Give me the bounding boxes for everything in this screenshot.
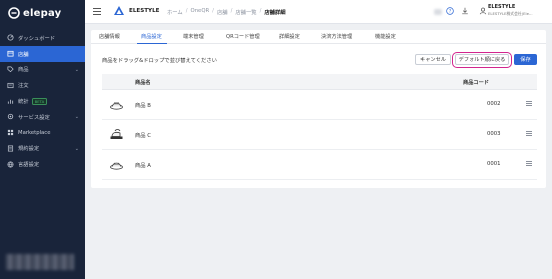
- tab-product-settings[interactable]: 商品設定: [141, 33, 162, 40]
- tab-feature-settings[interactable]: 機能設定: [375, 33, 396, 40]
- drag-handle-icon[interactable]: [526, 131, 532, 137]
- logo-text: elepay: [23, 7, 62, 19]
- terms-icon: [6, 144, 14, 152]
- table-header: 商品名 商品コード: [102, 74, 537, 90]
- tag-icon: [6, 65, 14, 73]
- store-icon: [6, 50, 14, 58]
- sidebar-item-store[interactable]: 店舗: [0, 45, 85, 62]
- sidebar-item-label: 注文: [18, 83, 29, 90]
- user-name[interactable]: ELESTYLE: [488, 4, 515, 10]
- product-code: 0002: [487, 101, 501, 107]
- product-name: 商品 A: [135, 163, 151, 169]
- sidebar-item-language[interactable]: 言語設定: [0, 156, 85, 172]
- product-thumbnail: [110, 162, 123, 170]
- drag-handle-icon[interactable]: [526, 101, 532, 107]
- sidebar-item-terms[interactable]: 規約設定 ⌄: [0, 141, 85, 157]
- sidebar-item-service-settings[interactable]: サービス設定 ⌄: [0, 109, 85, 125]
- sidebar-item-label: 店舗: [18, 51, 29, 58]
- dashboard-icon: [6, 34, 14, 42]
- user-icon[interactable]: [478, 6, 488, 16]
- table-row[interactable]: 商品 A 0001: [102, 150, 537, 180]
- breadcrumb-store-list[interactable]: 店舗一覧: [235, 8, 256, 16]
- beta-badge: BETA: [31, 97, 48, 105]
- table-row[interactable]: 商品 C 0003: [102, 120, 537, 150]
- help-icon[interactable]: ?: [445, 6, 455, 16]
- sidebar-item-label: 規約設定: [18, 146, 40, 153]
- chart-icon: [6, 97, 14, 105]
- brand: ELESTYLE: [114, 6, 160, 15]
- sidebar-item-label: ダッシュボード: [18, 35, 56, 42]
- tab-advanced-settings[interactable]: 詳細設定: [279, 33, 300, 40]
- breadcrumb-oneqr[interactable]: OneQR: [191, 8, 210, 16]
- breadcrumb-store-detail: 店舗詳細: [264, 10, 286, 16]
- menu-icon[interactable]: [93, 8, 101, 16]
- store-detail-card: 店舗情報 商品設定 端末管理 QRコード管理 詳細設定 決済方法管理 機能設定 …: [91, 30, 546, 188]
- column-header-code: 商品コード: [463, 80, 489, 86]
- sidebar-item-label: 統計: [18, 99, 29, 106]
- sidebar-item-label: 言語設定: [18, 162, 40, 169]
- chevron-down-icon: ⌄: [74, 113, 79, 120]
- tab-store-info[interactable]: 店舗情報: [99, 33, 120, 40]
- sidebar-item-label: サービス設定: [18, 114, 50, 121]
- tab-payment-methods[interactable]: 決済方法管理: [321, 33, 352, 40]
- elepay-logo[interactable]: elepay: [8, 6, 61, 20]
- sidebar-item-label: 商品: [18, 67, 29, 74]
- brand-logo-icon: [114, 6, 124, 15]
- sidebar-item-orders[interactable]: 注文: [0, 77, 85, 93]
- brand-name: ELESTYLE: [129, 7, 160, 14]
- language-icon: [6, 160, 14, 168]
- product-code: 0001: [487, 161, 501, 167]
- sidebar-item-products[interactable]: 商品 ⌄: [0, 62, 85, 78]
- highlight-annotation: [452, 51, 512, 68]
- sidebar-item-dashboard[interactable]: ダッシュボード: [0, 30, 85, 46]
- product-thumbnail: [110, 102, 123, 110]
- product-order-table: 商品名 商品コード 商品 B 0002 商品 C 0003 商品 A 0001: [102, 74, 537, 180]
- tab-qr-code-management[interactable]: QRコード管理: [226, 33, 260, 40]
- breadcrumb: ホーム / OneQR / 店舗 / 店舗一覧 / 店舗詳細: [167, 8, 286, 16]
- tab-bar: 店舗情報 商品設定 端末管理 QRコード管理 詳細設定 決済方法管理 機能設定: [91, 30, 546, 44]
- product-name: 商品 C: [135, 133, 151, 139]
- table-row[interactable]: 商品 B 0002: [102, 90, 537, 120]
- blurred-account-info: [6, 254, 74, 270]
- download-icon[interactable]: [460, 6, 470, 16]
- top-header: ELESTYLE ホーム / OneQR / 店舗 / 店舗一覧 / 店舗詳細 ? EL…: [85, 0, 552, 24]
- product-name: 商品 B: [135, 103, 151, 109]
- column-header-name: 商品名: [135, 80, 151, 86]
- drag-handle-icon[interactable]: [526, 161, 532, 167]
- active-tab-indicator: [137, 42, 167, 44]
- sidebar: elepay ダッシュボード 店舗 商品 ⌄ 注文 統計 BETA サービス設定…: [0, 0, 85, 279]
- elepay-logo-icon: [8, 7, 20, 19]
- reorder-instruction: 商品をドラッグ&ドロップで並び替えてください: [102, 58, 217, 64]
- sidebar-item-label: Marketplace: [18, 129, 51, 136]
- cancel-button[interactable]: キャンセル: [415, 54, 451, 65]
- blurred-header-item: [434, 9, 442, 15]
- breadcrumb-store[interactable]: 店舗: [217, 8, 228, 16]
- product-code: 0003: [487, 131, 501, 137]
- sidebar-item-marketplace[interactable]: Marketplace: [0, 125, 85, 141]
- chevron-down-icon: ⌄: [74, 66, 79, 73]
- breadcrumb-home[interactable]: ホーム: [167, 8, 183, 16]
- chevron-down-icon: ⌄: [74, 145, 79, 152]
- user-company: ELESTYLE株式会社(Ele...: [488, 11, 533, 16]
- product-thumbnail: [110, 129, 123, 139]
- sidebar-nav: ダッシュボード 店舗 商品 ⌄ 注文 統計 BETA サービス設定 ⌄ Mark…: [0, 30, 85, 172]
- marketplace-icon: [6, 129, 14, 137]
- service-icon: [6, 113, 14, 121]
- cart-icon: [6, 81, 14, 89]
- sidebar-item-statistics[interactable]: 統計 BETA: [0, 93, 85, 109]
- tab-terminal-management[interactable]: 端末管理: [183, 33, 204, 40]
- save-button[interactable]: 保存: [514, 54, 537, 65]
